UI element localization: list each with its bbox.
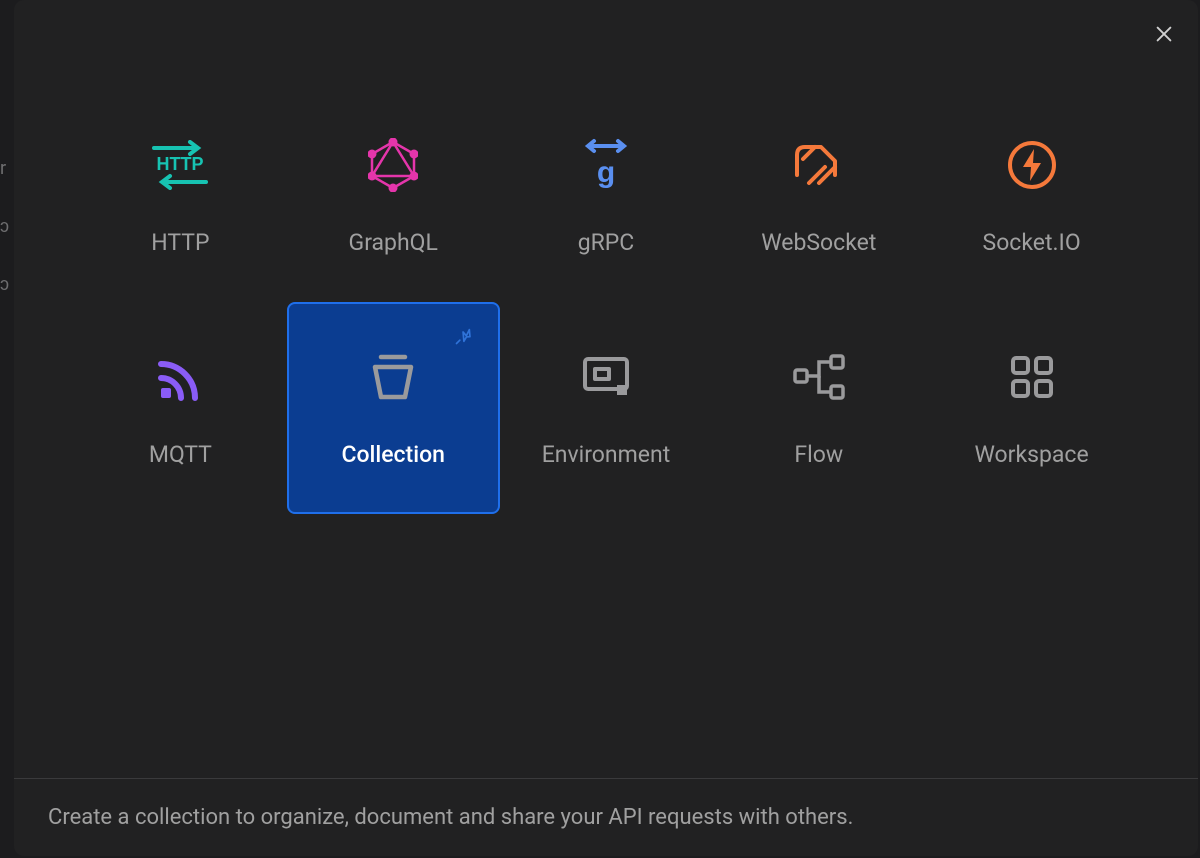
http-icon: HTTP <box>148 137 212 193</box>
tile-label: HTTP <box>151 229 209 256</box>
workspace-icon <box>1007 349 1057 405</box>
tile-grpc[interactable]: g gRPC <box>500 90 713 302</box>
socketio-icon <box>1006 137 1058 193</box>
flow-icon <box>791 349 847 405</box>
tile-websocket[interactable]: WebSocket <box>712 90 925 302</box>
tile-http[interactable]: HTTP HTTP <box>74 90 287 302</box>
sidebar-peek: r ɔ ɔ <box>0 140 9 314</box>
tile-grid: HTTP HTTP <box>74 90 1138 514</box>
close-button[interactable] <box>1150 20 1178 48</box>
tile-grid-container: HTTP HTTP <box>14 0 1198 778</box>
tile-label: Flow <box>794 441 843 468</box>
tile-environment[interactable]: Environment <box>500 302 713 514</box>
close-icon <box>1153 23 1175 45</box>
tile-label: Socket.IO <box>983 229 1081 256</box>
tile-label: MQTT <box>149 441 212 468</box>
mqtt-icon <box>155 349 205 405</box>
tile-label: Environment <box>542 441 671 468</box>
websocket-icon <box>791 137 847 193</box>
svg-text:HTTP: HTTP <box>157 154 204 174</box>
grpc-icon: g <box>584 137 628 193</box>
tile-collection[interactable]: Collection <box>287 302 500 514</box>
tile-label: WebSocket <box>761 229 876 256</box>
tile-graphql[interactable]: GraphQL <box>287 90 500 302</box>
tile-mqtt[interactable]: MQTT <box>74 302 287 514</box>
tile-label: GraphQL <box>349 229 438 256</box>
tile-label: gRPC <box>578 229 635 256</box>
environment-icon <box>579 349 633 405</box>
tile-socketio[interactable]: Socket.IO <box>925 90 1138 302</box>
svg-text:g: g <box>597 156 615 189</box>
tile-workspace[interactable]: Workspace <box>925 302 1138 514</box>
graphql-icon <box>368 137 418 193</box>
new-item-modal: HTTP HTTP <box>14 0 1198 856</box>
pin-icon[interactable] <box>454 326 474 350</box>
footer-description: Create a collection to organize, documen… <box>14 778 1198 856</box>
tile-label: Workspace <box>975 441 1089 468</box>
collection-icon <box>365 349 421 405</box>
tile-flow[interactable]: Flow <box>712 302 925 514</box>
tile-label: Collection <box>341 441 445 468</box>
